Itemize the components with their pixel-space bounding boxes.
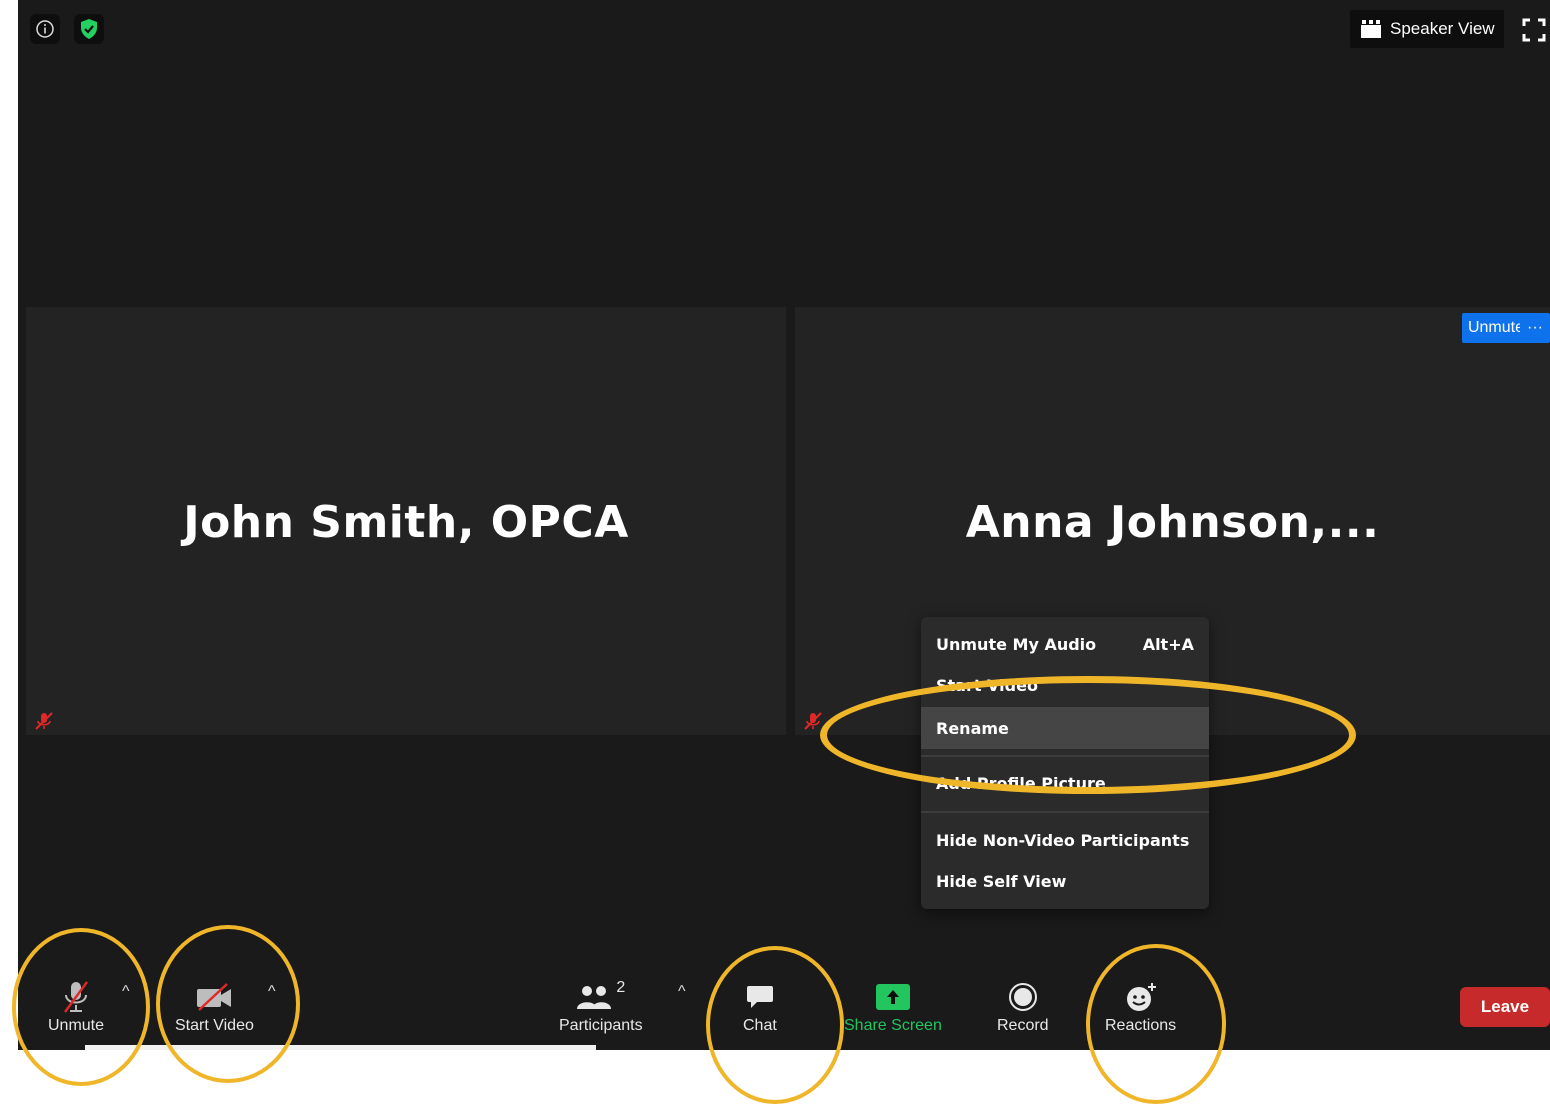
participants-label: Participants <box>559 1017 643 1034</box>
menu-item-add-profile-picture[interactable]: Add Profile Picture <box>921 764 1209 802</box>
muted-mic-icon <box>804 712 822 730</box>
audio-options-caret[interactable]: ^ <box>122 983 130 1001</box>
menu-item-hide-self-view[interactable]: Hide Self View <box>921 862 1209 900</box>
menu-item-rename[interactable]: Rename <box>921 707 1209 749</box>
speaker-view-button[interactable]: Speaker View <box>1350 10 1504 48</box>
unmute-label: Unmute <box>48 1017 105 1034</box>
shield-check-icon <box>81 19 97 39</box>
menu-item-label: Unmute My Audio <box>936 634 1097 654</box>
start-video-button[interactable]: Start Video <box>175 977 254 1035</box>
menu-separator <box>921 755 1209 757</box>
menu-item-label: Add Profile Picture <box>936 773 1106 793</box>
menu-item-label: Hide Non-Video Participants <box>936 830 1190 850</box>
unmute-button[interactable]: Unmute <box>48 977 104 1035</box>
participant-name: John Smith, OPCA <box>183 497 629 548</box>
horizontal-scrollbar[interactable] <box>85 1045 596 1050</box>
tile-more-options-button[interactable]: ··· <box>1520 313 1550 343</box>
menu-item-hide-non-video-participants[interactable]: Hide Non-Video Participants <box>921 821 1209 859</box>
fullscreen-icon <box>1522 18 1546 42</box>
reactions-icon <box>1126 983 1156 1011</box>
speaker-view-label: Speaker View <box>1390 19 1495 38</box>
meeting-toolbar: Unmute ^ Start Video ^ 2 Participants ^ <box>18 955 1550 1050</box>
share-screen-icon <box>875 984 910 1010</box>
video-options-caret[interactable]: ^ <box>268 983 276 1001</box>
menu-item-shortcut: Alt+A <box>1142 634 1194 654</box>
menu-item-label: Hide Self View <box>936 871 1067 891</box>
leave-button[interactable]: Leave <box>1460 987 1550 1027</box>
participant-name: Anna Johnson,... <box>965 497 1380 548</box>
speaker-view-icon <box>1361 20 1381 38</box>
record-button[interactable]: Record <box>997 977 1049 1035</box>
menu-item-label: Start Video <box>936 675 1038 695</box>
video-tile-john[interactable]: John Smith, OPCA <box>26 307 786 735</box>
participants-count: 2 <box>616 979 626 996</box>
muted-mic-icon <box>64 981 88 1013</box>
reactions-label: Reactions <box>1105 1017 1177 1034</box>
menu-separator <box>921 811 1209 813</box>
record-label: Record <box>997 1017 1049 1034</box>
meeting-info-button[interactable] <box>30 14 60 44</box>
share-screen-label: Share Screen <box>844 1017 942 1034</box>
start-video-label: Start Video <box>175 1017 254 1034</box>
participants-button[interactable]: 2 Participants <box>559 977 643 1035</box>
info-icon <box>36 20 54 38</box>
participants-icon <box>577 986 612 1009</box>
participants-options-caret[interactable]: ^ <box>678 983 686 1001</box>
menu-item-start-video[interactable]: Start Video <box>921 666 1209 704</box>
zoom-meeting-window: Speaker View John Smith, OPCA Anna Johns… <box>18 0 1550 1050</box>
chat-label: Chat <box>743 1017 777 1034</box>
chat-button[interactable]: Chat <box>743 977 777 1035</box>
menu-item-unmute-my-audio[interactable]: Unmute My Audio Alt+A <box>921 625 1209 663</box>
fullscreen-button[interactable] <box>1522 18 1546 42</box>
reactions-button[interactable]: Reactions <box>1105 977 1176 1035</box>
participant-context-menu: Unmute My Audio Alt+A Start Video Rename… <box>921 617 1209 909</box>
menu-item-label: Rename <box>936 718 1009 738</box>
chat-icon <box>746 986 773 1008</box>
share-screen-button[interactable]: Share Screen <box>844 977 942 1035</box>
record-icon <box>1008 983 1037 1011</box>
muted-mic-icon <box>35 712 53 730</box>
security-button[interactable] <box>74 14 104 44</box>
video-off-icon <box>197 983 232 1011</box>
